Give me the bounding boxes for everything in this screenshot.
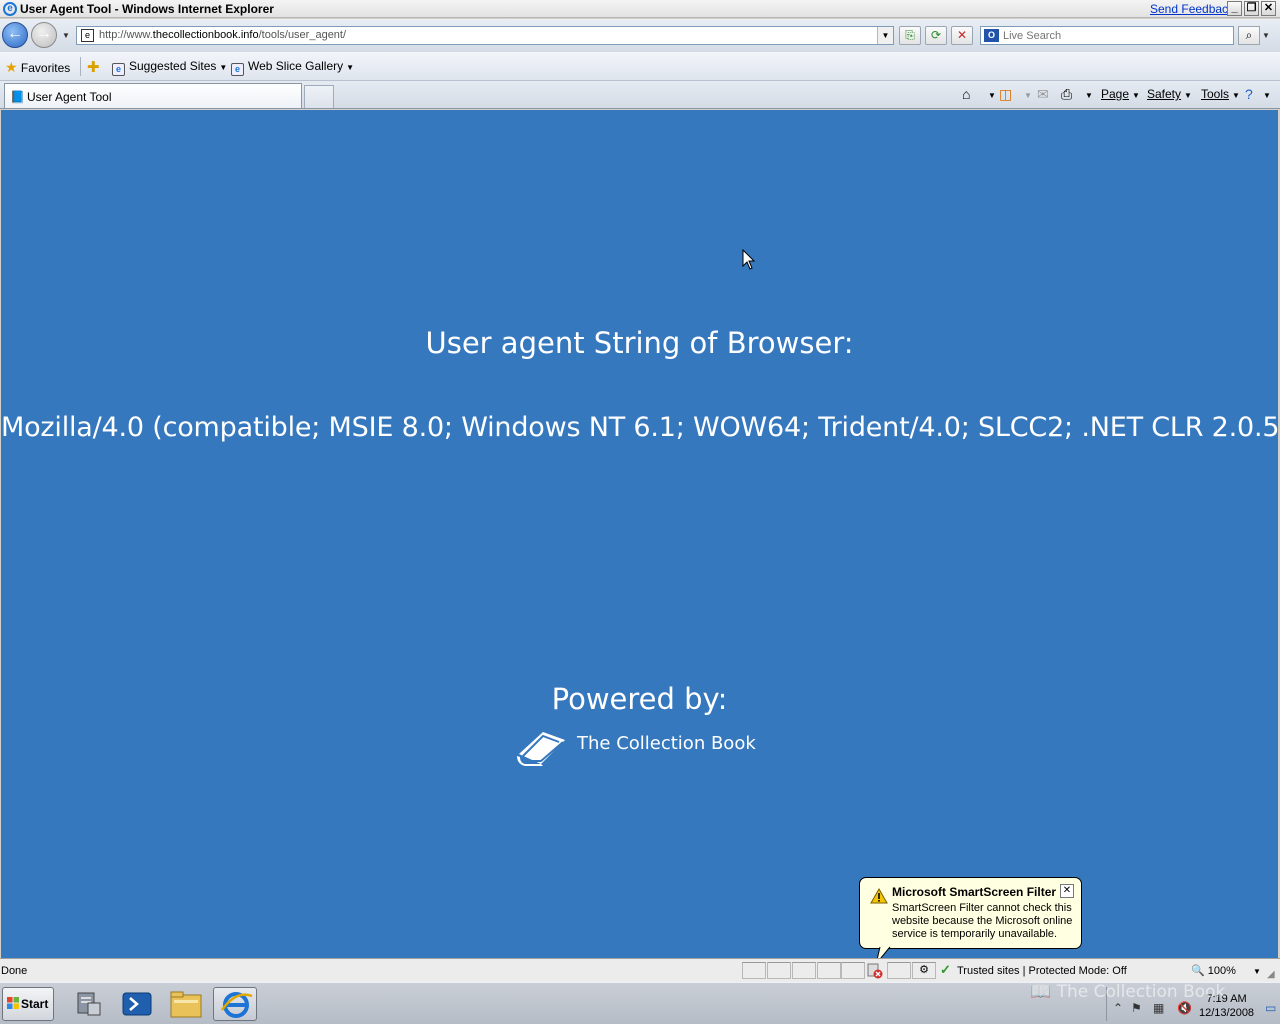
powered-by-label: Powered by:: [551, 682, 728, 716]
close-icon[interactable]: ✕: [1060, 884, 1074, 898]
suggested-sites-button[interactable]: e Suggested Sites ▼: [112, 59, 227, 76]
popup-blocker-icon[interactable]: ⚙: [912, 962, 936, 979]
print-dropdown-icon[interactable]: ▼: [1082, 87, 1093, 101]
powershell-icon[interactable]: [115, 987, 159, 1021]
star-icon: ★: [5, 59, 18, 75]
trusted-sites-check-icon: ✓: [940, 962, 951, 977]
clock-time: 7:19 AM: [1206, 993, 1247, 1005]
security-zone[interactable]: Trusted sites | Protected Mode: Off: [957, 965, 1127, 977]
new-tab-button[interactable]: [304, 85, 334, 108]
user-agent-string: Mozilla/4.0 (compatible; MSIE 8.0; Windo…: [1, 412, 1278, 443]
help-dropdown-icon[interactable]: ▼: [1260, 87, 1271, 101]
page-content: User agent String of Browser: Mozilla/4.…: [1, 110, 1278, 958]
live-search-logo-icon: O: [984, 29, 999, 42]
print-icon[interactable]: ⎙: [1061, 86, 1072, 103]
search-icon[interactable]: ⌕: [1238, 26, 1260, 45]
show-hidden-icons-icon[interactable]: ⌃: [1113, 1001, 1123, 1015]
tools-menu[interactable]: Tools ▼: [1201, 87, 1240, 101]
status-panel: [887, 962, 911, 979]
home-icon[interactable]: ⌂: [962, 86, 970, 102]
help-icon[interactable]: ?: [1245, 86, 1253, 102]
search-options-dropdown-icon[interactable]: ▼: [1262, 31, 1270, 40]
warning-icon: [870, 888, 888, 904]
search-input[interactable]: [1003, 28, 1223, 43]
feeds-dropdown-icon[interactable]: ▼: [1021, 87, 1032, 101]
book-icon: [517, 732, 565, 766]
favorites-button[interactable]: ★ Favorites: [5, 59, 70, 76]
mail-icon[interactable]: ✉: [1037, 86, 1049, 103]
show-desktop-icon[interactable]: ▭: [1265, 1001, 1276, 1015]
status-panel: [767, 962, 791, 979]
web-slice-gallery-button[interactable]: e Web Slice Gallery ▼: [231, 59, 354, 76]
internet-explorer-icon: e: [3, 2, 17, 16]
status-panel: [792, 962, 816, 979]
volume-muted-icon[interactable]: 🔇: [1177, 1001, 1192, 1015]
page-menu[interactable]: Page ▼: [1101, 87, 1140, 101]
server-manager-icon[interactable]: [66, 987, 110, 1021]
tab-user-agent-tool[interactable]: 📘 User Agent Tool: [4, 83, 302, 108]
taskbar: Start ⌃ ⚑ ▦ 🔇 ▭ 7:19 AM 12/13/2008: [0, 982, 1280, 1024]
book-icon: 📘: [10, 90, 25, 104]
stop-button[interactable]: ✕: [951, 26, 973, 45]
status-panel: [841, 962, 865, 979]
recent-pages-dropdown-icon[interactable]: ▼: [62, 31, 70, 40]
ie-page-icon: e: [231, 63, 244, 76]
ie-page-icon: e: [112, 63, 125, 76]
windows-logo-icon: [7, 997, 19, 1009]
address-dropdown-icon[interactable]: ▼: [877, 27, 893, 44]
smartscreen-notification: Microsoft SmartScreen Filter ✕ SmartScre…: [859, 877, 1082, 949]
zoom-level[interactable]: 🔍 100% ▼: [1191, 964, 1261, 977]
back-button[interactable]: ←: [2, 22, 28, 48]
title-bar: e User Agent Tool - Windows Internet Exp…: [0, 0, 1280, 18]
mouse-cursor-icon: [742, 249, 756, 270]
clock-date: 12/13/2008: [1199, 1007, 1255, 1019]
clock[interactable]: 7:19 AM 12/13/2008: [1199, 992, 1254, 1020]
start-button[interactable]: Start: [2, 987, 54, 1021]
page-heading: User agent String of Browser:: [425, 326, 854, 360]
chevron-down-icon: ▼: [346, 63, 355, 72]
safety-menu[interactable]: Safety ▼: [1147, 87, 1192, 101]
magnifier-icon: 🔍: [1191, 965, 1205, 977]
minimize-button[interactable]: _: [1227, 1, 1242, 16]
internet-explorer-icon: [220, 992, 253, 1018]
smartscreen-message: SmartScreen Filter cannot check this web…: [892, 902, 1073, 940]
action-center-flag-icon[interactable]: ⚑: [1131, 1001, 1142, 1015]
page-icon: e: [81, 29, 94, 42]
tab-row: 📘 User Agent Tool ⌂ ▼ ◫ ▼ ✉ ⎙ ▼ Page ▼ Sa…: [0, 81, 1280, 109]
close-button[interactable]: ✕: [1261, 1, 1276, 16]
search-box[interactable]: O: [980, 26, 1234, 45]
forward-button[interactable]: →: [31, 22, 57, 48]
feeds-icon[interactable]: ◫: [999, 86, 1012, 103]
status-panel: [817, 962, 841, 979]
explorer-icon[interactable]: [164, 987, 208, 1021]
window-title: User Agent Tool - Windows Internet Explo…: [20, 2, 274, 16]
address-url[interactable]: http://www.thecollectionbook.info/tools/…: [99, 29, 346, 41]
send-feedback-link[interactable]: Send Feedback: [1150, 2, 1234, 16]
status-panel: [742, 962, 766, 979]
smartscreen-title: Microsoft SmartScreen Filter: [892, 885, 1057, 899]
smartscreen-error-icon[interactable]: [867, 963, 883, 979]
tab-label: User Agent Tool: [27, 90, 112, 104]
address-bar[interactable]: e http://www.thecollectionbook.info/tool…: [76, 26, 894, 45]
favorites-bar: ★ Favorites ✚ e Suggested Sites ▼ e Web Sli…: [0, 52, 1280, 81]
status-bar: Done ⚙ ✓ Trusted sites | Protected Mode:…: [0, 958, 1280, 982]
resize-grip-icon[interactable]: ◢: [1267, 969, 1275, 980]
compatibility-view-button[interactable]: ⎘: [899, 26, 921, 45]
internet-explorer-taskbar-button[interactable]: [213, 987, 257, 1021]
restore-button[interactable]: ❐: [1244, 1, 1259, 16]
brand-name: The Collection Book: [577, 733, 756, 754]
navigation-bar: ← → ▼ e http://www.thecollectionbook.inf…: [0, 19, 1280, 52]
network-icon[interactable]: ▦: [1153, 1001, 1164, 1015]
chevron-down-icon: ▼: [219, 63, 228, 72]
divider: [80, 57, 81, 76]
refresh-button[interactable]: ⟳: [925, 26, 947, 45]
status-text: Done: [1, 965, 28, 977]
add-to-favorites-bar-icon[interactable]: ✚: [87, 58, 100, 76]
home-dropdown-icon[interactable]: ▼: [985, 87, 996, 101]
